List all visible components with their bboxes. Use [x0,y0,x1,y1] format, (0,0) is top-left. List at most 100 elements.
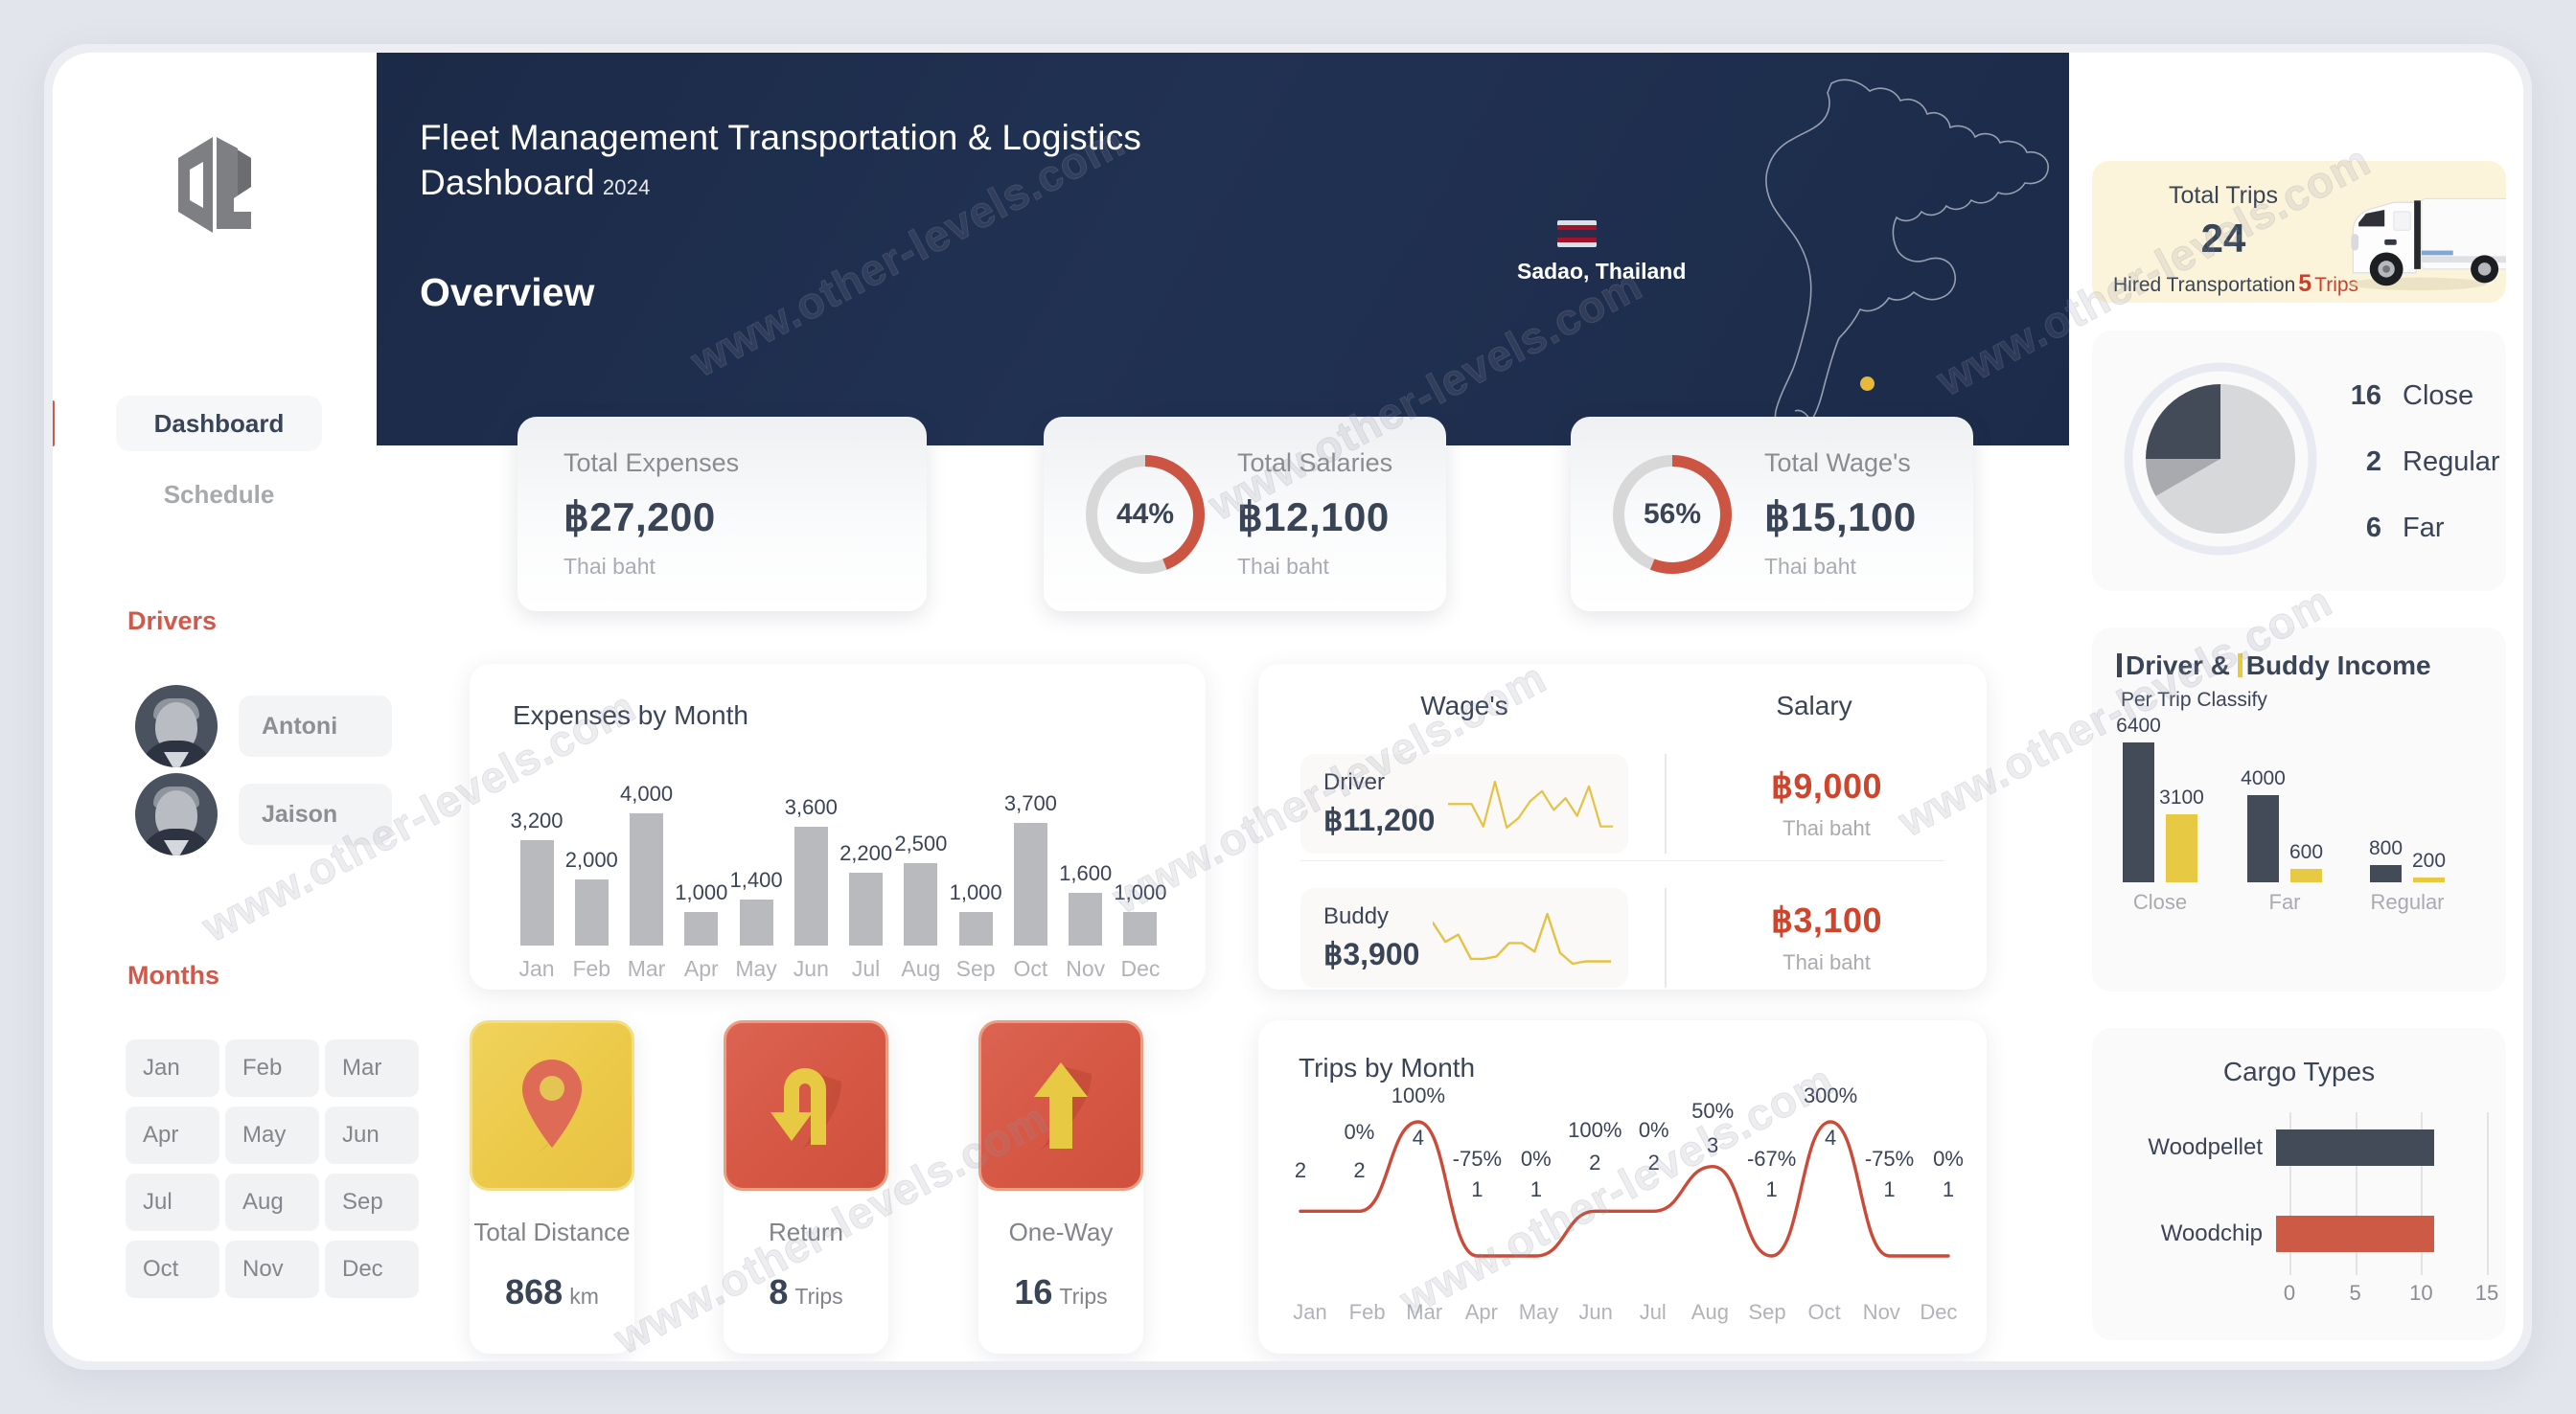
bar [2290,869,2322,882]
salaries-gauge: 44% [1082,451,1208,578]
income-bar-label: 800 [2368,837,2404,859]
right-rail: Total Trips 24 Hired Transportation 5 Trip… [2069,53,2523,1361]
x-tick-label: Apr [1464,1300,1498,1324]
map-pin-icon [470,1020,634,1191]
x-tick-label: Jan [1293,1300,1327,1324]
income-bar: 800 [2369,837,2403,882]
wages-salary-card: Wage's Salary Driver ฿11,200 ฿9,000 Thai… [1258,664,1987,990]
location-block: Sadao, Thailand [1517,220,1686,285]
month-filter-feb[interactable]: Feb [225,1039,319,1097]
bar-value-label: 3,200 [510,809,564,832]
month-filter-jul[interactable]: Jul [126,1174,219,1231]
sidebar-item-dashboard[interactable]: Dashboard [116,396,322,451]
salary-amount: ฿3,100 [1771,901,1882,940]
month-filter-nov[interactable]: Nov [225,1241,319,1298]
x-tick-label: Regular [2370,890,2445,914]
x-tick-label: 10 [2409,1281,2433,1305]
gauge-percent: 44% [1116,497,1175,530]
tile-value: 16 [1014,1272,1053,1311]
pie-legend: 16 Close 2 Regular 6 Far [2332,380,2500,579]
tile-value: 8 [769,1272,789,1311]
tile-unit: km [569,1284,599,1309]
tile-unit: Trips [794,1284,843,1309]
income-bar: 600 [2289,841,2323,882]
metric-tile-return[interactable]: Return 8 Trips [724,1020,888,1354]
sidebar-item-schedule[interactable]: Schedule [116,467,322,522]
wages-gauge: 56% [1609,451,1736,578]
tile-unit: Trips [1059,1284,1108,1309]
grid-line [2487,1112,2489,1275]
cargo-bar-chart: Woodpellet Woodchip 0 5 10 15 [2111,1112,2498,1305]
driver-name: Jaison [239,784,392,845]
salary-amount: ฿9,000 [1771,766,1882,806]
salary-unit: Thai baht [1782,950,1871,974]
income-bar-label: 200 [2411,850,2447,872]
legend-label: Close [2403,380,2474,411]
driver-list-item[interactable]: Jaison [135,773,392,855]
income-bar: 4000 [2241,767,2286,882]
kpi-unit: Thai baht [1764,554,1856,579]
month-filter-dec[interactable]: Dec [325,1241,419,1298]
legend-label: Far [2403,513,2445,543]
months-heading: Months [127,961,219,990]
gauge-percent: 56% [1643,497,1702,530]
month-filter-jan[interactable]: Jan [126,1039,219,1097]
income-bar-label: 4000 [2241,767,2286,789]
wage-amount: ฿3,900 [1323,937,1420,971]
income-chart-title: Driver & Buddy Income [2117,650,2431,681]
month-filter-mar[interactable]: Mar [325,1039,419,1097]
bar-column: 1,000 [675,880,727,946]
kpi-card-total-salaries[interactable]: 44% Total Salaries ฿12,100 Thai baht [1044,417,1446,611]
month-filter-aug[interactable]: Aug [225,1174,319,1231]
cargo-label: Woodchip [2160,1220,2263,1246]
bar [2247,795,2279,882]
bar-column: 2,200 [840,841,892,946]
kpi-card-total-wages[interactable]: 56% Total Wage's ฿15,100 Thai baht [1571,417,1973,611]
bar-value-label: 3,600 [784,795,838,819]
x-tick-label: Close [2132,890,2188,914]
metric-tile-one-way[interactable]: One-Way 16 Trips [978,1020,1143,1354]
total-trips-card[interactable]: Total Trips 24 Hired Transportation 5 Trip… [2092,161,2506,303]
salary-unit: Thai baht [1782,816,1871,840]
legend-label: Regular [2403,446,2500,477]
x-tick-label: Far [2268,890,2301,914]
cargo-row-woodpellet: Woodpellet [2111,1126,2434,1170]
trips-pct-label: 300% [1803,1083,1858,1107]
trips-count-label: 2 [1353,1158,1366,1182]
metric-tile-total-distance[interactable]: Total Distance 868 km [470,1020,634,1354]
kpi-label: Total Salaries [1237,448,1393,477]
semi-truck-icon [2349,197,2506,291]
income-title-driver: Driver & [2126,650,2230,680]
tile-label: Return [768,1218,844,1246]
x-tick-label: Sep [1748,1300,1786,1324]
month-filter-may[interactable]: May [225,1106,319,1164]
month-filter-jun[interactable]: Jun [325,1106,419,1164]
driver-list-item[interactable]: Antoni [135,685,392,767]
tile-label: One-Way [1008,1218,1114,1246]
trip-distance-pie-panel: 16 Close 2 Regular 6 Far [2092,331,2506,591]
salary-column-header: Salary [1776,691,1852,720]
bar-column: 1,000 [1114,880,1166,946]
month-label: Aug [242,1189,284,1215]
month-filter-apr[interactable]: Apr [126,1106,219,1164]
bar [794,827,828,946]
x-tick-label: Oct [1807,1300,1841,1324]
month-label: Feb [242,1055,283,1081]
x-tick-label: Dec [1120,956,1161,981]
trips-pct-label: 50% [1691,1099,1735,1123]
x-tick-label: Jan [518,956,555,981]
app-logo [53,129,377,240]
month-filter-oct[interactable]: Oct [126,1241,219,1298]
x-tick-label: May [1518,1300,1559,1324]
month-filter-sep[interactable]: Sep [325,1174,419,1231]
income-bar: 6400 [2116,715,2161,882]
bar [574,879,609,946]
bar [2123,742,2154,882]
x-tick-label: Apr [683,956,719,981]
trips-x-axis: Jan Feb Mar Apr May Jun Jul Aug Sep Oct Nov Dec [1283,1300,1966,1325]
month-label: Sep [342,1189,383,1215]
month-label: Jun [342,1122,380,1148]
kpi-card-total-expenses[interactable]: Total Expenses ฿27,200 Thai baht [518,417,927,611]
kpi-value: ฿12,100 [1237,494,1390,539]
x-tick-label: Mar [1406,1300,1443,1324]
